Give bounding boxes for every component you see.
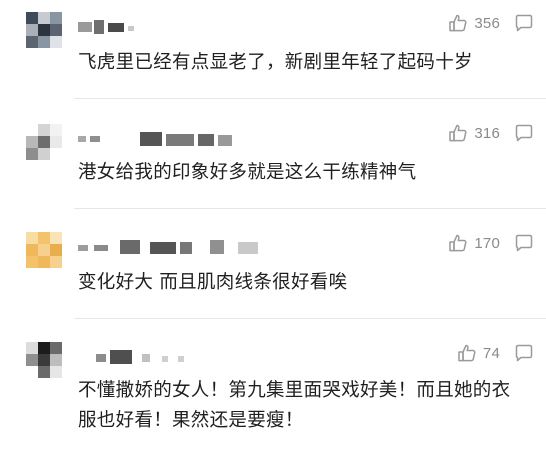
comment-text: 港女给我的印象好多就是这么干练精神气 bbox=[78, 162, 417, 183]
comment-text: 不懂撒娇的女人！第九集里面哭戏好美！而且她的衣服也好看！果然还是要瘦！ bbox=[78, 380, 511, 431]
comment-item: 316 港女给我的印象好多就是这么干练精神气 bbox=[0, 110, 546, 210]
comment-actions: 74 bbox=[457, 342, 534, 364]
avatar[interactable] bbox=[26, 342, 62, 378]
thumbs-up-icon bbox=[448, 123, 468, 143]
divider bbox=[74, 208, 546, 209]
thumbs-up-icon bbox=[448, 13, 468, 33]
username-redacted[interactable] bbox=[78, 240, 278, 254]
avatar[interactable] bbox=[26, 124, 62, 160]
username-redacted[interactable] bbox=[78, 350, 218, 364]
comment-bubble-icon bbox=[514, 123, 534, 143]
comment-actions: 356 bbox=[448, 12, 534, 34]
reply-button[interactable] bbox=[514, 123, 534, 143]
like-count: 74 bbox=[482, 344, 500, 362]
comment-actions: 170 bbox=[448, 232, 534, 254]
thumbs-up-icon bbox=[457, 343, 477, 363]
divider bbox=[74, 318, 546, 319]
reply-button[interactable] bbox=[514, 343, 534, 363]
divider bbox=[74, 98, 546, 99]
comment-bubble-icon bbox=[514, 343, 534, 363]
like-count: 356 bbox=[474, 14, 500, 32]
like-button[interactable]: 170 bbox=[448, 233, 500, 253]
like-button[interactable]: 356 bbox=[448, 13, 500, 33]
comment-item: 170 变化好大 而且肌肉线条很好看唉 bbox=[0, 220, 546, 320]
comment-bubble-icon bbox=[514, 13, 534, 33]
username-redacted[interactable] bbox=[78, 20, 168, 34]
reply-button[interactable] bbox=[514, 13, 534, 33]
like-button[interactable]: 74 bbox=[457, 343, 500, 363]
username-redacted[interactable] bbox=[78, 132, 278, 146]
like-count: 170 bbox=[474, 234, 500, 252]
comment-item: 356 飞虎里已经有点显老了，新剧里年轻了起码十岁 bbox=[0, 0, 546, 110]
like-count: 316 bbox=[474, 124, 500, 142]
comment-text: 变化好大 而且肌肉线条很好看唉 bbox=[78, 272, 348, 293]
avatar[interactable] bbox=[26, 12, 62, 48]
thumbs-up-icon bbox=[448, 233, 468, 253]
like-button[interactable]: 316 bbox=[448, 123, 500, 143]
comment-text: 飞虎里已经有点显老了，新剧里年轻了起码十岁 bbox=[78, 52, 473, 73]
avatar[interactable] bbox=[26, 232, 62, 268]
comment-bubble-icon bbox=[514, 233, 534, 253]
comment-item: 74 不懂撒娇的女人！第九集里面哭戏好美！而且她的衣服也好看！果然还是要瘦！ bbox=[0, 330, 546, 461]
comment-actions: 316 bbox=[448, 122, 534, 144]
reply-button[interactable] bbox=[514, 233, 534, 253]
